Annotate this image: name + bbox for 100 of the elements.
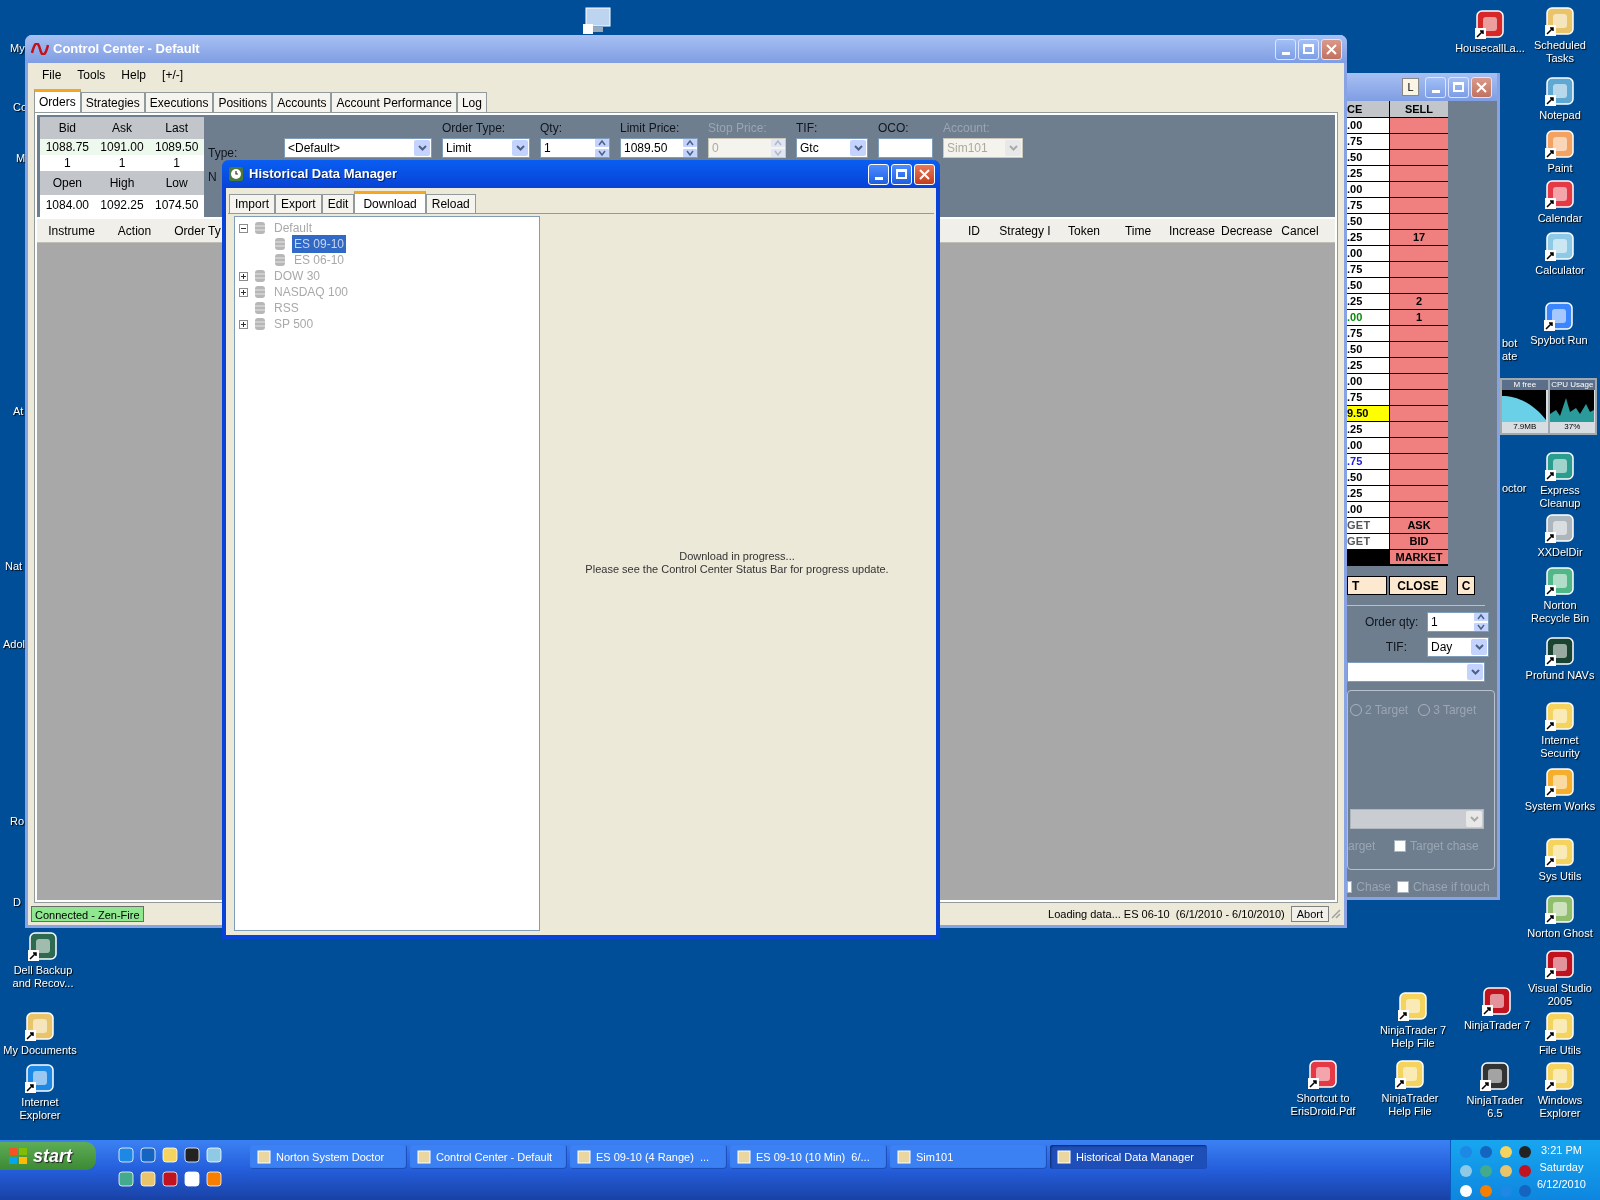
column-header[interactable]: Increase (1167, 221, 1217, 240)
target-cell[interactable]: GET (1347, 534, 1389, 549)
dropdown[interactable]: Gtc (796, 138, 868, 158)
maximize-button[interactable] (1448, 76, 1469, 98)
sell-cell[interactable] (1390, 182, 1448, 197)
column-header[interactable]: Cancel (1275, 221, 1325, 240)
tab[interactable]: Download (354, 191, 426, 213)
dropdown[interactable]: <Default> (284, 138, 432, 158)
program-icon[interactable] (1544, 836, 1576, 868)
column-header[interactable]: Instrume (43, 221, 100, 240)
tab[interactable]: Orders (34, 89, 81, 112)
column-header[interactable]: Time (1113, 221, 1163, 240)
program-icon[interactable] (1481, 985, 1513, 1017)
program-icon[interactable] (1544, 948, 1576, 980)
program-icon[interactable] (1544, 766, 1576, 798)
taskbar-button[interactable]: ES 09-10 (10 Min) 6/... (730, 1145, 887, 1169)
program-icon[interactable] (1479, 1060, 1511, 1092)
quick-launch-icon[interactable] (184, 1171, 200, 1187)
sell-cell[interactable] (1390, 150, 1448, 165)
order-button[interactable]: MARKET (1390, 550, 1448, 565)
column-header[interactable]: Token (1059, 221, 1109, 240)
menu-item[interactable]: [+/-] (154, 66, 192, 84)
text-field[interactable] (878, 138, 933, 158)
close-button[interactable] (1471, 76, 1492, 98)
sell-cell[interactable] (1390, 502, 1448, 517)
program-icon[interactable] (1544, 128, 1576, 160)
quick-launch-icon[interactable] (206, 1171, 222, 1187)
close-button[interactable] (1321, 38, 1342, 60)
program-icon[interactable] (1394, 1058, 1426, 1090)
taskbar-button[interactable]: ES 09-10 (4 Range) ... (570, 1145, 727, 1169)
tab[interactable]: Executions (144, 92, 214, 112)
tab[interactable]: Strategies (80, 92, 145, 112)
tab[interactable]: Edit (321, 194, 355, 213)
sell-cell[interactable] (1390, 390, 1448, 405)
program-icon[interactable] (1544, 635, 1576, 667)
quick-launch-icon[interactable] (184, 1147, 200, 1163)
ladder-button[interactable]: T (1347, 576, 1387, 595)
checkbox[interactable] (1397, 881, 1409, 893)
tab[interactable]: Reload (425, 194, 476, 213)
sell-cell[interactable] (1390, 454, 1448, 469)
tab[interactable]: Log (456, 92, 487, 112)
sell-cell[interactable] (1390, 342, 1448, 357)
program-icon[interactable] (1544, 1010, 1576, 1042)
program-icon[interactable] (1474, 8, 1506, 40)
link-button[interactable]: L (1402, 78, 1419, 96)
expand-icon[interactable] (239, 287, 248, 297)
program-icon[interactable] (1544, 5, 1576, 37)
taskbar-button[interactable]: Historical Data Manager (1050, 1145, 1207, 1169)
program-icon[interactable] (1307, 1058, 1339, 1090)
checkbox[interactable] (1394, 840, 1406, 852)
spinner-field[interactable]: 1089.50 (620, 138, 698, 158)
quick-launch-icon[interactable] (140, 1171, 156, 1187)
sell-cell[interactable] (1390, 166, 1448, 181)
taskbar-button[interactable]: Control Center - Default (410, 1145, 567, 1169)
sell-cell[interactable] (1390, 470, 1448, 485)
tray-icon[interactable] (1459, 1183, 1473, 1198)
sell-cell[interactable] (1390, 422, 1448, 437)
dropdown[interactable]: Day (1427, 637, 1489, 657)
minimize-button[interactable] (1425, 76, 1446, 98)
tab[interactable]: Account Performance (331, 92, 457, 112)
spinner-arrows-icon[interactable] (595, 139, 609, 157)
menu-item[interactable]: Help (113, 66, 155, 84)
minimize-button[interactable] (1275, 38, 1296, 60)
program-icon[interactable] (1544, 565, 1576, 597)
ladder-button[interactable]: C (1457, 576, 1475, 595)
menu-item[interactable]: Tools (69, 66, 114, 84)
program-icon[interactable] (1544, 700, 1576, 732)
tray-icon[interactable] (1518, 1145, 1533, 1159)
quick-launch-icon[interactable] (162, 1171, 178, 1187)
sell-cell[interactable] (1390, 326, 1448, 341)
target-cell[interactable]: GET (1347, 518, 1389, 533)
program-icon[interactable] (1544, 178, 1576, 210)
sell-cell[interactable] (1390, 486, 1448, 501)
program-icon[interactable] (1544, 1060, 1576, 1092)
spinner-arrows-icon[interactable] (1474, 613, 1488, 631)
sell-cell[interactable] (1390, 214, 1448, 229)
column-header[interactable]: Action (106, 221, 163, 240)
collapse-icon[interactable] (239, 223, 248, 233)
program-icon[interactable] (1544, 512, 1576, 544)
sell-cell[interactable] (1390, 278, 1448, 293)
spinner-field[interactable]: 1 (540, 138, 610, 158)
spinner-field[interactable]: 1 (1427, 612, 1489, 632)
program-icon[interactable] (1544, 893, 1576, 925)
expand-icon[interactable] (239, 319, 248, 329)
ladder-button[interactable]: CLOSE (1389, 576, 1447, 595)
column-header[interactable]: ID (957, 221, 991, 240)
checkbox[interactable] (1347, 881, 1353, 893)
program-icon[interactable] (1544, 450, 1576, 482)
expand-icon[interactable] (239, 271, 248, 281)
tab[interactable]: Accounts (272, 92, 332, 112)
program-icon[interactable] (1544, 230, 1576, 262)
network-computer-icon[interactable] (583, 5, 613, 35)
maximize-button[interactable] (1298, 38, 1319, 60)
sell-cell[interactable] (1390, 358, 1448, 373)
column-header[interactable]: Strategy I (995, 221, 1055, 240)
program-icon[interactable] (1397, 990, 1429, 1022)
sell-cell[interactable] (1390, 374, 1448, 389)
sell-cell[interactable] (1390, 246, 1448, 261)
sell-cell[interactable] (1390, 134, 1448, 149)
dropdown[interactable] (1347, 662, 1485, 682)
